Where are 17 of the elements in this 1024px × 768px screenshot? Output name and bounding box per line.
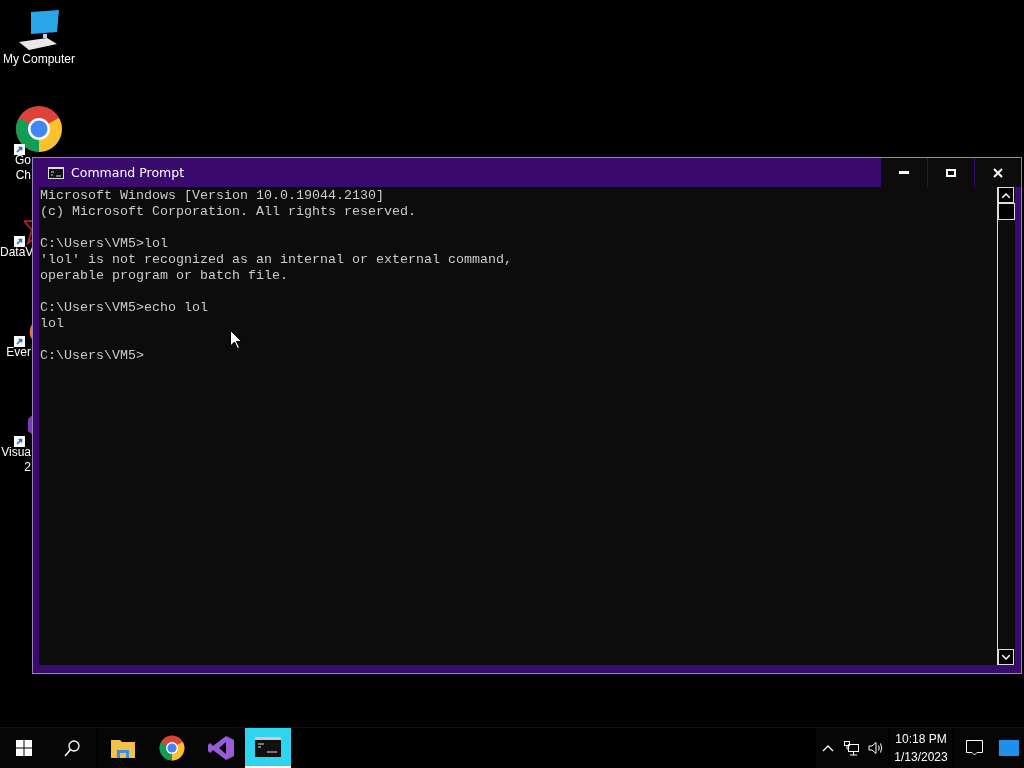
- icon-label: Visua: [0, 445, 31, 460]
- clock-button[interactable]: 10:18 PM 1/13/2023: [890, 728, 952, 768]
- console-line: lol: [40, 316, 65, 332]
- console-line: (c) Microsoft Corporation. All rights reserved.: [40, 204, 417, 220]
- icon-label: Ch: [14, 168, 31, 183]
- console-line: C:\Users\VM5>: [40, 348, 145, 364]
- icon-label: My Computer: [3, 52, 75, 67]
- window-title: Command Prompt: [71, 165, 185, 180]
- icon-label: DataV: [0, 245, 31, 260]
- console-line: Microsoft Windows [Version 10.0.19044.2130]: [40, 188, 385, 204]
- icon-label: Ever: [5, 345, 31, 360]
- icon-label: Go: [14, 153, 31, 168]
- console-line: 'lol' is not recognized as an internal or external command,: [40, 252, 513, 268]
- console-line: C:\Users\VM5>lol: [40, 236, 169, 252]
- icon-label: 2: [23, 460, 31, 475]
- console-line: operable program or batch file.: [40, 268, 289, 284]
- console-line: C:\Users\VM5>echo lol: [40, 300, 209, 316]
